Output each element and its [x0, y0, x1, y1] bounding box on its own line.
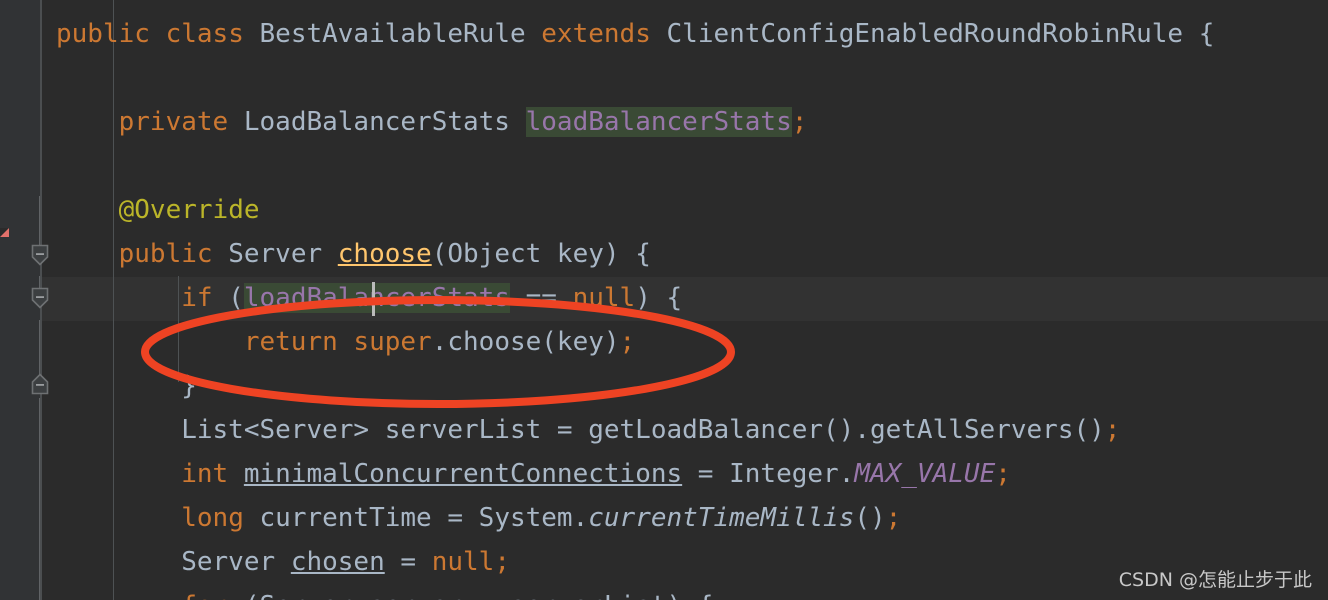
code-token: long: [181, 503, 244, 533]
code-token: MAX_VALUE: [854, 459, 996, 489]
code-token: int: [181, 459, 229, 489]
code-token: (Object key) {: [431, 239, 651, 269]
code-token: ;: [995, 459, 1011, 489]
code-token: ;: [1104, 415, 1121, 445]
code-line-if-null-check[interactable]: if (loadBalancerStats == null) {: [56, 276, 682, 320]
code-token: Server: [56, 547, 291, 577]
code-token: List<Server> serverList = getLoadBalance…: [56, 415, 1105, 445]
code-token: super: [353, 327, 432, 357]
code-token: ) {: [635, 283, 683, 313]
code-token: ;: [494, 547, 510, 577]
code-token: currentTimeMillis: [588, 503, 855, 533]
code-line-override-annotation[interactable]: @Override: [56, 188, 260, 232]
code-token: ;: [885, 503, 902, 533]
code-line-return-super[interactable]: return super.choose(key);: [56, 320, 635, 364]
code-text-area[interactable]: public class BestAvailableRule extends C…: [42, 0, 1328, 600]
code-token: ClientConfigEnabledRoundRobinRule {: [650, 19, 1215, 49]
code-token: for: [181, 591, 228, 600]
code-token: loadBalancerStats: [243, 283, 510, 313]
code-token: public: [118, 239, 213, 269]
code-token: ==: [509, 283, 573, 313]
code-token: (): [854, 503, 886, 533]
code-line-server-list[interactable]: List<Server> serverList = getLoadBalance…: [56, 408, 1120, 452]
code-token: extends: [541, 19, 651, 49]
code-token: class: [165, 19, 244, 49]
code-token: Server: [212, 239, 338, 269]
fold-region-line-tail: [39, 398, 40, 600]
code-token: choose: [337, 239, 432, 269]
code-token: ;: [791, 107, 808, 137]
code-token: loadBalancerStats: [525, 107, 792, 137]
code-token: .choose(key): [431, 327, 620, 357]
code-token: @Override: [118, 195, 260, 225]
code-line-class-decl[interactable]: public class BestAvailableRule extends C…: [56, 12, 1214, 56]
code-line-chosen-null[interactable]: Server chosen = null;: [56, 540, 510, 584]
code-token: if: [181, 283, 213, 313]
code-token: = Integer.: [682, 459, 855, 489]
code-token: private: [118, 107, 229, 137]
code-token: }: [56, 371, 197, 401]
code-token: currentTime = System.: [243, 503, 589, 533]
code-line-method-signature[interactable]: public Server choose(Object key) {: [56, 232, 651, 276]
code-line-minimal-connections[interactable]: int minimalConcurrentConnections = Integ…: [56, 452, 1011, 496]
code-editor-window: public class BestAvailableRule extends C…: [0, 0, 1328, 600]
code-token: (Server server : serverList) {: [228, 591, 714, 600]
code-token: BestAvailableRule: [243, 19, 542, 49]
fold-region-line-if: [39, 320, 40, 378]
code-token: null: [572, 283, 636, 313]
code-token: public: [56, 19, 150, 49]
vcs-change-marker[interactable]: [0, 228, 9, 237]
code-token: ;: [619, 327, 636, 357]
code-token: =: [384, 547, 432, 577]
code-token: minimalConcurrentConnections: [243, 459, 683, 489]
code-token: (: [212, 283, 244, 313]
code-line-for-loop[interactable]: for (Server server : serverList) {: [56, 584, 713, 600]
code-line-closing-brace[interactable]: }: [56, 364, 197, 408]
code-token: return: [243, 327, 338, 357]
code-token: chosen: [290, 547, 385, 577]
code-token: null: [431, 547, 495, 577]
text-caret: [372, 282, 375, 316]
csdn-watermark: CSDN @怎能止步于此: [1118, 569, 1312, 591]
code-line-field-decl[interactable]: private LoadBalancerStats loadBalancerSt…: [56, 100, 807, 144]
code-line-current-time[interactable]: long currentTime = System.currentTimeMil…: [56, 496, 901, 540]
code-token: LoadBalancerStats: [228, 107, 526, 137]
